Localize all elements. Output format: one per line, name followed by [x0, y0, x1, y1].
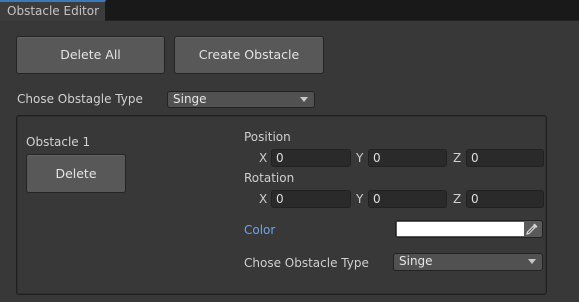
color-field[interactable] [395, 220, 543, 238]
position-x-label: X [259, 151, 268, 165]
obstacle-panel: Obstacle 1 Delete Position X 0 Y 0 Z 0 R… [16, 115, 547, 295]
rotation-y-field[interactable]: 0 [368, 190, 447, 208]
position-x-field[interactable]: 0 [271, 149, 351, 167]
color-swatch[interactable] [397, 222, 524, 236]
obstacle-type-dropdown[interactable]: Singe [167, 91, 315, 108]
position-label: Position [244, 130, 291, 144]
obstacle-editor-window: Obstacle Editor Delete All Create Obstac… [0, 0, 579, 302]
obstacle-type-label-2: Chose Obstacle Type [244, 256, 369, 270]
color-label: Color [244, 223, 276, 237]
obstacle-type-value: Singe [173, 92, 207, 106]
rotation-x-label: X [259, 192, 268, 206]
editor-content: Delete All Create Obstacle Chose Obstagl… [0, 21, 579, 302]
obstacle-title: Obstacle 1 [26, 135, 91, 149]
eyedropper-icon[interactable] [525, 222, 539, 236]
dropdown-arrow-icon [528, 259, 536, 264]
position-z-field[interactable]: 0 [466, 149, 544, 167]
delete-all-button[interactable]: Delete All [16, 36, 165, 74]
tab-bar: Obstacle Editor [0, 0, 579, 22]
rotation-label: Rotation [244, 171, 295, 185]
create-obstacle-button[interactable]: Create Obstacle [174, 36, 324, 74]
position-y-label: Y [356, 151, 364, 165]
rotation-z-label: Z [453, 192, 462, 206]
delete-obstacle-button[interactable]: Delete [26, 154, 126, 193]
obstacle-type-dropdown-2[interactable]: Singe [393, 253, 543, 271]
rotation-x-field[interactable]: 0 [271, 190, 351, 208]
tab-obstacle-editor[interactable]: Obstacle Editor [0, 0, 106, 22]
position-y-field[interactable]: 0 [368, 149, 447, 167]
obstacle-type-value-2: Singe [399, 254, 433, 268]
dropdown-arrow-icon [300, 97, 308, 102]
rotation-y-label: Y [356, 192, 364, 206]
obstacle-type-label: Chose Obstagle Type [17, 92, 143, 106]
rotation-z-field[interactable]: 0 [466, 190, 544, 208]
position-z-label: Z [453, 151, 462, 165]
